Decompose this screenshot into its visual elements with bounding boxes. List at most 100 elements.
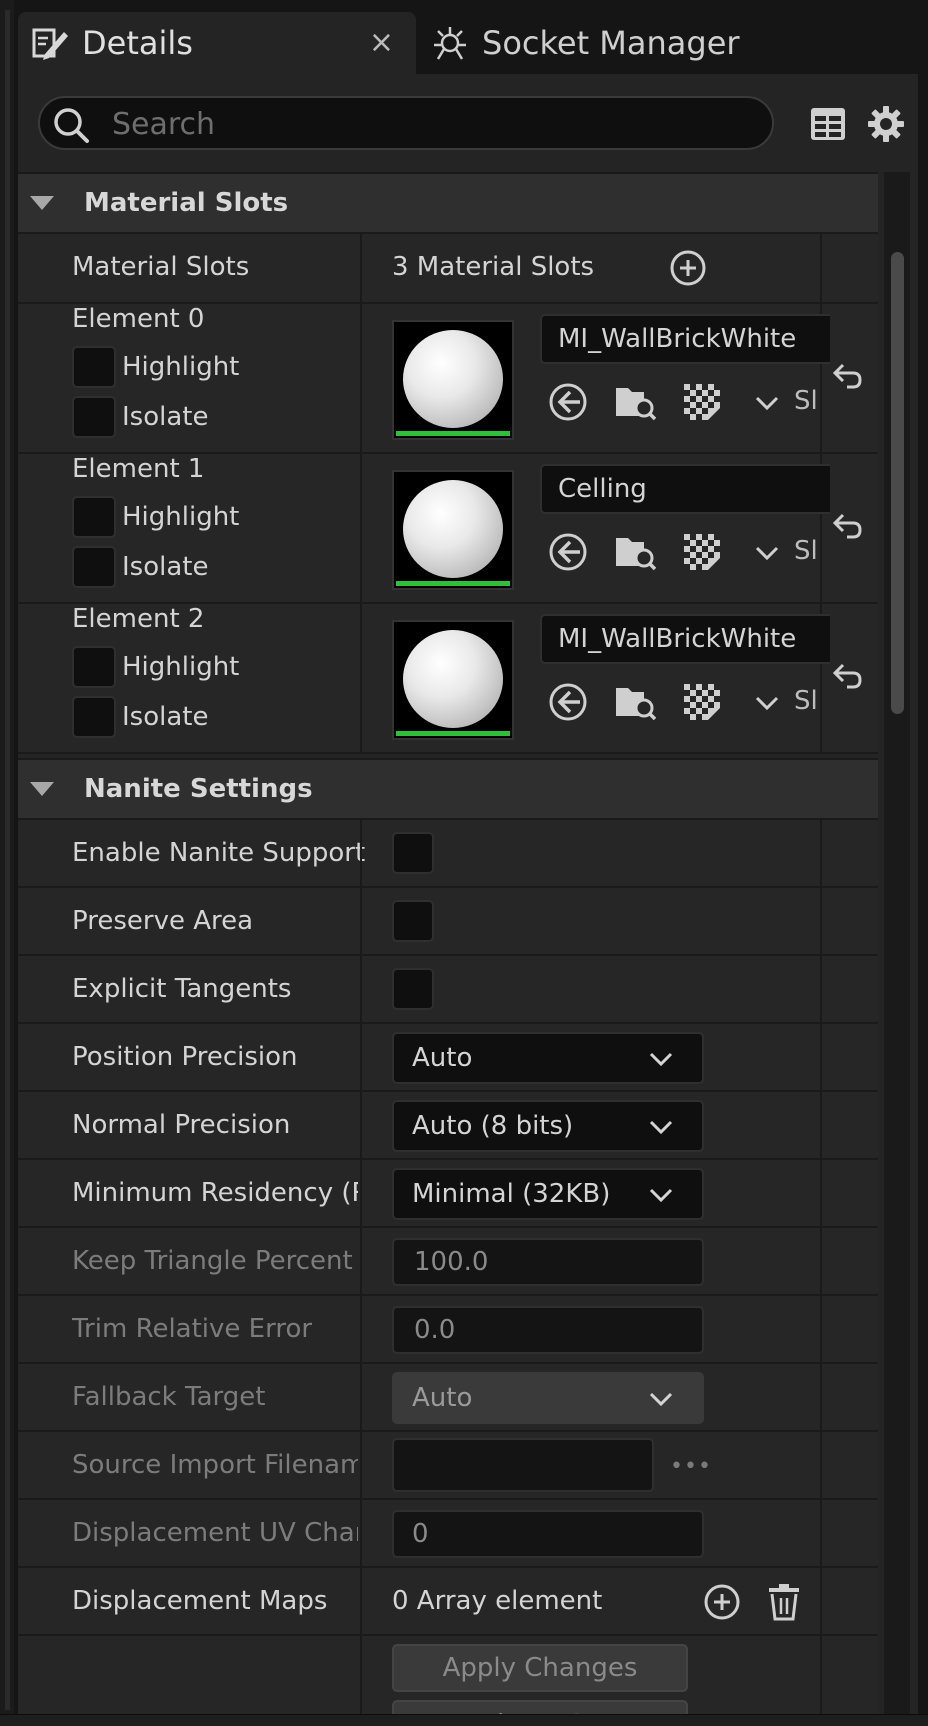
search-box[interactable] xyxy=(38,96,774,150)
row-preserve-area: Preserve Area xyxy=(18,888,878,956)
highlight-label: Highlight xyxy=(122,652,240,682)
tab-details[interactable]: Details × xyxy=(18,12,416,74)
browse-folder-icon[interactable] xyxy=(614,382,656,422)
expand-arrow-icon[interactable] xyxy=(30,782,54,796)
position-precision-dropdown[interactable]: Auto xyxy=(392,1032,704,1084)
browse-folder-icon[interactable] xyxy=(614,682,656,722)
reset-arrow-icon[interactable] xyxy=(830,660,864,690)
enable-nanite-checkbox[interactable] xyxy=(392,832,434,874)
material-thumbnail[interactable] xyxy=(392,320,514,440)
material-name-field[interactable]: MI_WallBrickWhite xyxy=(540,614,830,664)
isolate-checkbox[interactable] xyxy=(72,396,116,438)
search-row xyxy=(18,74,918,172)
vertical-scrollbar[interactable] xyxy=(884,172,910,1714)
import-button[interactable]: Import xyxy=(392,1700,688,1714)
slot-name-truncated: Sl xyxy=(794,536,818,566)
fallback-target-dropdown[interactable]: Auto xyxy=(392,1372,704,1424)
tab-details-label: Details xyxy=(82,24,193,62)
row-normal-precision: Normal Precision Auto (8 bits) xyxy=(18,1092,878,1160)
left-dock-strip xyxy=(0,0,14,1725)
property-label: Minimum Residency (Ro xyxy=(72,1178,358,1208)
explicit-tangents-checkbox[interactable] xyxy=(392,968,434,1010)
material-thumbnail[interactable] xyxy=(392,470,514,590)
category-material-slots[interactable]: Material Slots xyxy=(18,172,878,234)
source-import-filename-field[interactable] xyxy=(392,1438,654,1492)
highlight-checkbox[interactable] xyxy=(72,646,116,688)
material-preview-sphere xyxy=(403,480,503,578)
row-source-import-filename: Source Import Filename ••• xyxy=(18,1432,878,1500)
isolate-checkbox[interactable] xyxy=(72,696,116,738)
tab-socket-manager[interactable]: Socket Manager xyxy=(418,12,918,74)
dropdown-value: Minimal (32KB) xyxy=(412,1179,611,1209)
category-label: Nanite Settings xyxy=(84,774,313,804)
material-name-field[interactable]: Celling xyxy=(540,464,830,514)
material-type-indicator xyxy=(396,731,510,736)
minimum-residency-dropdown[interactable]: Minimal (32KB) xyxy=(392,1168,704,1220)
chevron-down-icon xyxy=(648,1114,674,1144)
search-icon xyxy=(52,106,92,150)
browse-ellipsis-button[interactable]: ••• xyxy=(670,1454,712,1479)
checker-texture-icon[interactable] xyxy=(684,384,720,420)
material-thumbnail[interactable] xyxy=(392,620,514,740)
use-selected-arrow-icon[interactable] xyxy=(548,382,588,422)
displacement-maps-count: 0 Array element xyxy=(392,1586,603,1616)
highlight-checkbox[interactable] xyxy=(72,496,116,538)
element-label: Element 0 xyxy=(72,304,205,334)
isolate-label: Isolate xyxy=(122,402,209,432)
checker-texture-icon[interactable] xyxy=(684,684,720,720)
table-view-icon[interactable] xyxy=(808,104,848,144)
browse-folder-icon[interactable] xyxy=(614,532,656,572)
use-selected-arrow-icon[interactable] xyxy=(548,682,588,722)
chevron-down-icon xyxy=(648,1386,674,1416)
scrollbar-thumb[interactable] xyxy=(891,252,904,714)
chevron-down-icon[interactable] xyxy=(754,390,780,416)
gear-icon[interactable] xyxy=(866,104,906,144)
category-label: Material Slots xyxy=(84,188,289,218)
highlight-checkbox[interactable] xyxy=(72,346,116,388)
tab-close-icon[interactable]: × xyxy=(369,26,394,60)
use-selected-arrow-icon[interactable] xyxy=(548,532,588,572)
apply-changes-button[interactable]: Apply Changes xyxy=(392,1644,688,1692)
socket-icon xyxy=(430,23,470,63)
property-label: Keep Triangle Percent xyxy=(72,1246,353,1276)
chevron-down-icon xyxy=(648,1182,674,1212)
add-circle-icon[interactable] xyxy=(668,248,708,288)
reset-arrow-icon[interactable] xyxy=(830,510,864,540)
reset-arrow-icon[interactable] xyxy=(830,360,864,390)
checker-texture-icon[interactable] xyxy=(684,534,720,570)
material-preview-sphere xyxy=(403,630,503,728)
property-label: Normal Precision xyxy=(72,1110,291,1140)
add-circle-icon[interactable] xyxy=(702,1582,742,1622)
slot-name-truncated: Sl xyxy=(794,386,818,416)
preserve-area-checkbox[interactable] xyxy=(392,900,434,942)
expand-arrow-icon[interactable] xyxy=(30,196,54,210)
property-label: Preserve Area xyxy=(72,906,254,936)
element-label: Element 1 xyxy=(72,454,205,484)
displacement-uv-channel-field[interactable]: 0 xyxy=(392,1510,704,1558)
keep-triangle-percent-field[interactable]: 100.0 xyxy=(392,1238,704,1286)
row-keep-triangle-percent: Keep Triangle Percent 100.0 xyxy=(18,1228,878,1296)
left-dock-bar xyxy=(5,10,10,1710)
isolate-checkbox[interactable] xyxy=(72,546,116,588)
chevron-down-icon xyxy=(648,1046,674,1076)
property-label: Trim Relative Error xyxy=(72,1314,313,1344)
chevron-down-icon[interactable] xyxy=(754,690,780,716)
tab-socket-manager-label: Socket Manager xyxy=(482,24,740,62)
property-label: Material Slots xyxy=(72,252,250,282)
bottom-bar xyxy=(0,1714,928,1726)
material-name-field[interactable]: MI_WallBrickWhite xyxy=(540,314,830,364)
material-type-indicator xyxy=(396,431,510,436)
row-displacement-uv-channel: Displacement UV Chann 0 xyxy=(18,1500,878,1568)
category-nanite-settings[interactable]: Nanite Settings xyxy=(18,758,878,820)
property-label: Source Import Filename xyxy=(72,1450,358,1480)
material-type-indicator xyxy=(396,581,510,586)
trim-relative-error-field[interactable]: 0.0 xyxy=(392,1306,704,1354)
property-label: Explicit Tangents xyxy=(72,974,292,1004)
trash-icon[interactable] xyxy=(764,1582,804,1622)
chevron-down-icon[interactable] xyxy=(754,540,780,566)
row-enable-nanite-support: Enable Nanite Support xyxy=(18,820,878,888)
details-panel: Material Slots Material Slots 3 Material… xyxy=(18,74,918,1714)
search-input[interactable] xyxy=(110,104,754,144)
normal-precision-dropdown[interactable]: Auto (8 bits) xyxy=(392,1100,704,1152)
property-label: Enable Nanite Support xyxy=(72,838,366,868)
